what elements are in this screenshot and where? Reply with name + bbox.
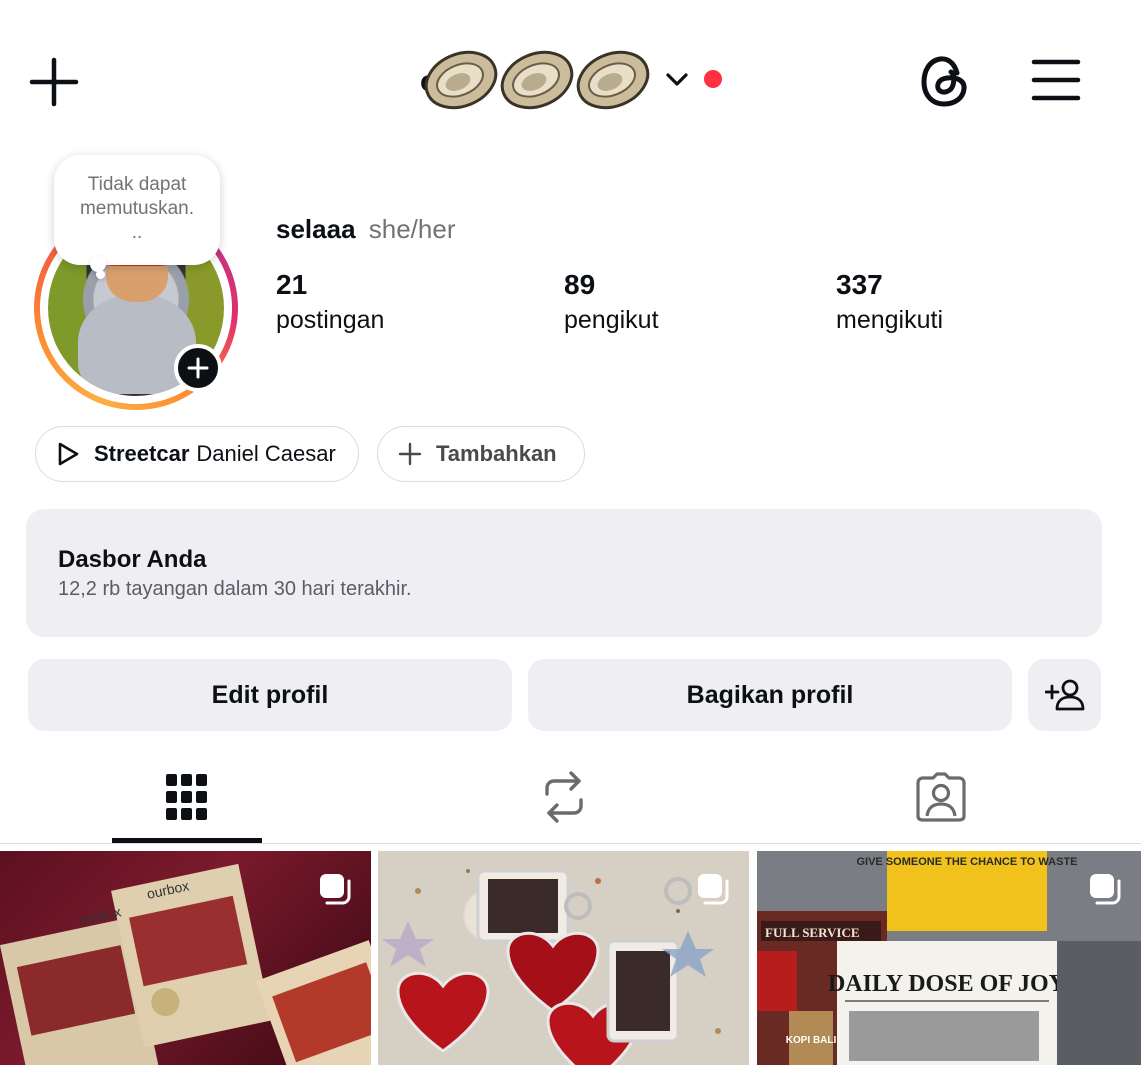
grid-icon [166, 774, 207, 820]
tab-reposts[interactable] [489, 750, 639, 844]
add-user-icon [1044, 679, 1084, 711]
create-button[interactable] [22, 50, 86, 114]
stat-value: 89 [564, 269, 596, 300]
profile-music-pill[interactable]: Streetcar Daniel Caesar [35, 426, 359, 482]
stat-posts[interactable]: 21 postingan [276, 268, 384, 338]
oyster-sticker-icon [500, 50, 574, 110]
song-title: Streetcar [94, 441, 190, 466]
share-profile-button[interactable]: Bagikan profil [528, 659, 1012, 731]
professional-dashboard[interactable]: Dasbor Anda 12,2 rb tayangan dalam 30 ha… [26, 509, 1102, 637]
pronouns: she/her [368, 214, 456, 244]
oyster-sticker-icon [576, 50, 650, 110]
stat-value: 337 [836, 269, 883, 300]
post-thumbnail[interactable]: GIVE SOMEONE THE CHANCE TO WASTE FULL SE… [757, 851, 1141, 1065]
song-artist: Daniel Caesar [196, 441, 336, 466]
top-bar: ogsy [0, 0, 1141, 150]
display-name: selaaa [276, 214, 356, 244]
posts-grid: ourbox ourbox GIVE SOMEONE THE CHANCE TO… [0, 851, 1141, 1065]
menu-button[interactable] [1024, 48, 1088, 112]
add-pill[interactable]: Tambahkan [377, 426, 585, 482]
add-story-button[interactable] [174, 344, 222, 392]
oyster-sticker-icon [424, 50, 498, 110]
note-bubble[interactable]: Tidak dapat memutuskan. .. [54, 155, 220, 265]
post-thumbnail[interactable] [378, 851, 749, 1065]
stat-label: mengikuti [836, 306, 943, 334]
active-tab-indicator [112, 838, 262, 843]
post-image: ourbox ourbox [0, 863, 371, 1065]
threads-icon [921, 56, 967, 107]
plus-icon [29, 57, 79, 107]
play-icon [58, 442, 79, 466]
account-switcher[interactable]: ogsy [420, 42, 650, 122]
add-pill-label: Tambahkan [436, 441, 557, 466]
dashboard-subtitle: 12,2 rb tayangan dalam 30 hari terakhir. [58, 578, 412, 600]
chevron-down-icon[interactable] [663, 68, 691, 92]
stat-label: pengikut [564, 306, 659, 334]
tab-posts-grid[interactable] [112, 750, 262, 844]
tab-tagged[interactable] [866, 750, 1016, 844]
notification-dot [704, 70, 722, 88]
plus-icon [187, 357, 209, 379]
service-text: FULL SERVICE [765, 925, 860, 940]
post-image: GIVE SOMEONE THE CHANCE TO WASTE FULL SE… [757, 851, 1141, 1065]
threads-button[interactable] [912, 48, 978, 114]
tagged-person-icon [916, 772, 966, 822]
dashboard-title: Dasbor Anda [58, 546, 207, 573]
note-text-line: Tidak dapat [87, 174, 187, 195]
note-text-line: memutuskan. [79, 198, 195, 219]
newspaper-title: DAILY DOSE OF JOY [828, 971, 1066, 997]
profile-tabs [0, 750, 1141, 844]
carousel-icon [1090, 874, 1121, 905]
carousel-icon [320, 874, 351, 905]
kopi-text: KOPI BALI [786, 1035, 837, 1046]
profile-name-line: selaaa she/her [276, 214, 456, 245]
oyster-stickers [420, 42, 650, 114]
discover-people-button[interactable] [1028, 659, 1101, 731]
post-thumbnail[interactable]: ourbox ourbox [0, 851, 371, 1065]
edit-profile-button[interactable]: Edit profil [28, 659, 512, 731]
repost-icon [545, 771, 583, 823]
sign-text: GIVE SOMEONE THE CHANCE TO WASTE [856, 856, 1077, 868]
post-image [382, 869, 721, 1065]
stat-label: postingan [276, 306, 385, 334]
carousel-icon [698, 874, 729, 905]
hamburger-menu-icon [1031, 59, 1081, 101]
note-text-line: .. [131, 222, 143, 243]
stat-value: 21 [276, 269, 308, 300]
note-bubble-tail [96, 270, 105, 279]
stat-followers[interactable]: 89 pengikut [564, 268, 659, 338]
stat-following[interactable]: 337 mengikuti [836, 268, 943, 338]
plus-icon [398, 442, 422, 466]
